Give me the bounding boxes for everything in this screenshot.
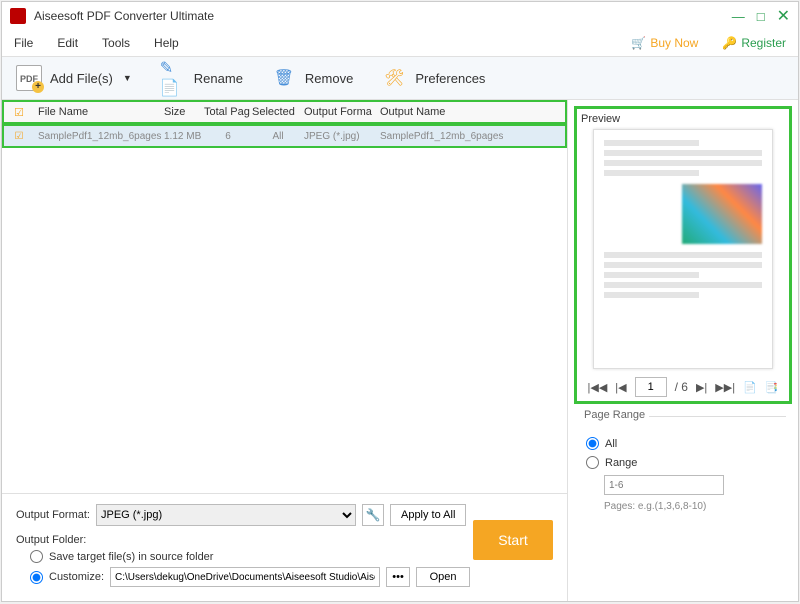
preview-panel: Preview |◀◀ |◀ / 6 ▶| ▶▶| 📄 📑 [574, 106, 792, 404]
maximize-button[interactable]: □ [757, 9, 765, 24]
customize-radio[interactable] [30, 571, 43, 584]
select-all-checkbox[interactable]: ☑ [14, 107, 24, 119]
remove-button[interactable]: 🗑 Remove [271, 65, 353, 91]
prev-page-button[interactable]: |◀ [615, 381, 626, 394]
window-title: Aiseesoft PDF Converter Ultimate [34, 9, 732, 23]
custom-path-input[interactable] [110, 567, 380, 587]
next-page-button[interactable]: ▶| [696, 381, 707, 394]
cell-outname: SamplePdf1_12mb_6pages [380, 131, 565, 142]
page-add-icon[interactable]: 📑 [765, 381, 779, 394]
preferences-button[interactable]: 🛠 Preferences [381, 65, 485, 91]
toolbar: PDF Add File(s)▼ ✎📄 Rename 🗑 Remove 🛠 Pr… [2, 56, 798, 100]
range-all-label: All [605, 438, 617, 450]
output-format-label: Output Format: [16, 509, 90, 521]
table-header: ☑ File Name Size Total Pag Selected Outp… [2, 100, 567, 124]
col-totalpages[interactable]: Total Pag [204, 106, 252, 118]
preview-thumbnail [593, 129, 773, 369]
customize-label: Customize: [49, 571, 104, 583]
menu-edit[interactable]: Edit [57, 36, 78, 50]
cart-icon: 🛒 [631, 36, 646, 50]
menubar: File Edit Tools Help 🛒Buy Now 🔑Register [2, 30, 798, 56]
browse-button[interactable]: ••• [386, 567, 410, 587]
close-button[interactable]: ✕ [777, 6, 790, 26]
minimize-button[interactable]: — [732, 9, 745, 24]
menu-file[interactable]: File [14, 36, 33, 50]
titlebar: Aiseesoft PDF Converter Ultimate — □ ✕ [2, 2, 798, 30]
output-format-select[interactable]: JPEG (*.jpg) [96, 504, 356, 526]
cell-size: 1.12 MB [164, 131, 204, 142]
save-source-radio[interactable] [30, 550, 43, 563]
file-list-panel: ☑ File Name Size Total Pag Selected Outp… [2, 100, 568, 601]
range-hint: Pages: e.g.(1,3,6,8-10) [604, 501, 786, 512]
range-custom-radio[interactable] [586, 456, 599, 469]
col-selected[interactable]: Selected [252, 106, 304, 118]
app-window: Aiseesoft PDF Converter Ultimate — □ ✕ F… [1, 1, 799, 602]
format-settings-button[interactable]: 🔧 [362, 504, 384, 526]
cell-filename: SamplePdf1_12mb_6pages [34, 131, 164, 142]
apply-to-all-button[interactable]: Apply to All [390, 504, 466, 526]
first-page-button[interactable]: |◀◀ [588, 381, 608, 394]
menu-help[interactable]: Help [154, 36, 179, 50]
table-row[interactable]: ☑ SamplePdf1_12mb_6pages 1.12 MB 6 All J… [2, 124, 567, 148]
page-input[interactable] [635, 377, 667, 397]
page-range-label: Page Range [580, 409, 649, 421]
cell-totalpages: 6 [204, 131, 252, 142]
col-outformat[interactable]: Output Forma [304, 106, 380, 118]
app-logo-icon [10, 8, 26, 24]
col-outname[interactable]: Output Name [380, 106, 565, 118]
start-button[interactable]: Start [473, 520, 553, 560]
page-total: / 6 [675, 380, 688, 394]
save-source-label: Save target file(s) in source folder [49, 551, 213, 563]
col-size[interactable]: Size [164, 106, 204, 118]
register-link[interactable]: 🔑Register [722, 36, 786, 50]
chevron-down-icon: ▼ [123, 73, 132, 83]
preview-nav: |◀◀ |◀ / 6 ▶| ▶▶| 📄 📑 [581, 377, 785, 397]
rename-icon: ✎📄 [160, 65, 186, 91]
range-all-radio[interactable] [586, 437, 599, 450]
pdf-add-icon: PDF [16, 65, 42, 91]
output-panel: Output Format: JPEG (*.jpg) 🔧 Apply to A… [2, 493, 567, 601]
key-icon: 🔑 [722, 36, 737, 50]
open-folder-button[interactable]: Open [416, 567, 470, 587]
page-range-panel: Page Range All Range Pages: e.g.(1,3,6,8… [568, 410, 798, 518]
empty-area [2, 148, 567, 493]
row-checkbox[interactable]: ☑ [15, 131, 24, 142]
right-panel: Preview |◀◀ |◀ / 6 ▶| ▶▶| 📄 📑 Page Range… [568, 100, 798, 601]
wrench-icon: 🔧 [366, 508, 381, 522]
cell-selected: All [252, 131, 304, 142]
col-filename[interactable]: File Name [34, 106, 164, 118]
menu-tools[interactable]: Tools [102, 36, 130, 50]
range-custom-label: Range [605, 457, 637, 469]
preview-label: Preview [581, 113, 785, 125]
remove-icon: 🗑 [271, 65, 297, 91]
add-files-button[interactable]: PDF Add File(s)▼ [16, 65, 132, 91]
preview-image-icon [682, 184, 762, 244]
cell-outformat: JPEG (*.jpg) [304, 131, 380, 142]
page-view-icon[interactable]: 📄 [743, 381, 757, 394]
last-page-button[interactable]: ▶▶| [715, 381, 735, 394]
buy-now-link[interactable]: 🛒Buy Now [631, 36, 698, 50]
rename-button[interactable]: ✎📄 Rename [160, 65, 243, 91]
range-input[interactable] [604, 475, 724, 495]
preferences-icon: 🛠 [381, 65, 407, 91]
